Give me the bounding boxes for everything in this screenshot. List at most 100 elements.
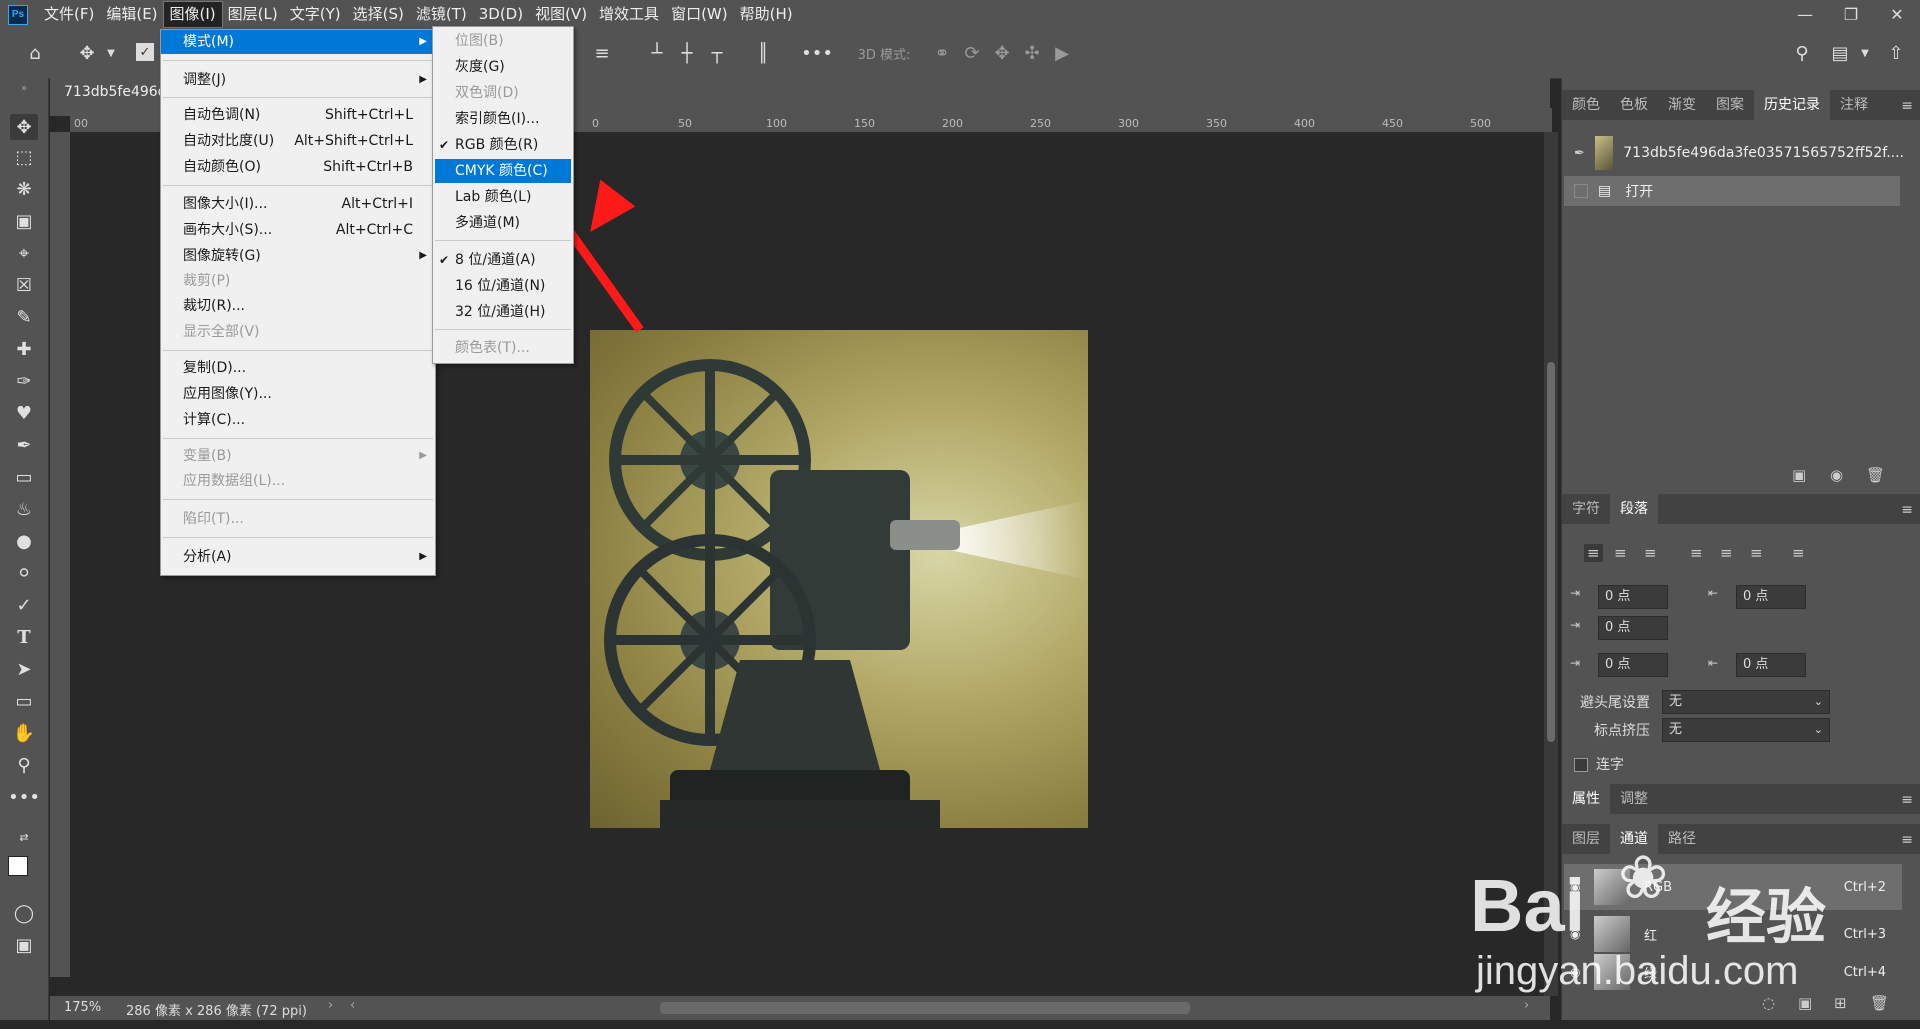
dodge-tool-icon[interactable]: ⚪ <box>10 560 38 586</box>
restore-icon[interactable]: ❐ <box>1828 0 1874 29</box>
tab-swatches[interactable]: 色板 <box>1610 90 1658 120</box>
minimize-icon[interactable]: — <box>1782 0 1828 29</box>
submenu-item-8bit[interactable]: ✔ 8 位/通道(A) <box>433 248 573 272</box>
menu-edit[interactable]: 编辑(E) <box>100 2 163 27</box>
trash-icon[interactable]: 🗑 <box>1866 466 1885 484</box>
submenu-item-grayscale[interactable]: 灰度(G) <box>433 55 573 79</box>
stamp-tool-icon[interactable]: ♥ <box>10 400 38 426</box>
search-icon[interactable]: ⚲ <box>1790 39 1814 67</box>
frame-tool-icon[interactable]: ☒ <box>10 272 38 298</box>
history-brush-tool-icon[interactable]: ✒ <box>10 432 38 458</box>
tab-notes[interactable]: 注释 <box>1830 90 1878 120</box>
crop-tool-icon[interactable]: ⌖ <box>10 240 38 266</box>
tab-history[interactable]: 历史记录 <box>1754 90 1830 120</box>
scroll-left-icon[interactable]: ‹ <box>350 998 355 1013</box>
3d-camera-icon[interactable]: ▶ <box>1050 39 1074 67</box>
camera-icon[interactable]: ◉ <box>1830 466 1843 484</box>
eraser-tool-icon[interactable]: ▭ <box>10 464 38 490</box>
submenu-item-16bit[interactable]: 16 位/通道(N) <box>433 274 573 298</box>
justify-all-icon[interactable]: ≡ <box>1792 544 1805 562</box>
align-center-icon[interactable]: ≡ <box>1614 544 1627 562</box>
submenu-item-rgb-color[interactable]: ✔ RGB 颜色(R) <box>433 133 573 157</box>
menu-item-auto-contrast[interactable]: 自动对比度(U) Alt+Shift+Ctrl+L <box>161 129 435 153</box>
workspace-chevron-icon[interactable]: ▼ <box>1858 39 1872 67</box>
tab-adjustments[interactable]: 调整 <box>1610 784 1658 814</box>
submenu-item-cmyk-color[interactable]: CMYK 颜色(C) <box>435 159 571 183</box>
menu-plugins[interactable]: 增效工具 <box>593 2 665 27</box>
history-state-open[interactable]: ▤ 打开 <box>1564 176 1900 206</box>
brush-tool-icon[interactable]: ✑ <box>10 368 38 394</box>
menu-help[interactable]: 帮助(H) <box>734 2 799 27</box>
status-chevron-icon[interactable]: › <box>328 998 333 1013</box>
space-after-input[interactable]: 0 点 <box>1736 653 1806 677</box>
menu-item-auto-tone[interactable]: 自动色调(N) Shift+Ctrl+L <box>161 103 435 127</box>
panel-menu-icon[interactable]: ≡ <box>1901 792 1913 808</box>
menu-select[interactable]: 选择(S) <box>347 2 410 27</box>
blur-tool-icon[interactable]: ● <box>10 528 38 554</box>
workspace-icon[interactable]: ▤ <box>1828 39 1852 67</box>
mojikumi-select[interactable]: 无 ⌄ <box>1662 718 1830 742</box>
history-state-checkbox[interactable] <box>1574 184 1588 198</box>
justify-last-right-icon[interactable]: ≡ <box>1750 544 1763 562</box>
marquee-tool-icon[interactable]: ⬚ <box>10 144 38 170</box>
more-options-icon[interactable]: ••• <box>801 39 833 67</box>
type-tool-icon[interactable]: T <box>10 624 38 650</box>
object-select-tool-icon[interactable]: ▣ <box>10 208 38 234</box>
menu-item-mode[interactable]: 模式(M) ▶ <box>161 30 435 54</box>
foreground-color-swatch[interactable] <box>8 856 28 876</box>
panel-menu-icon[interactable]: ≡ <box>1901 98 1913 114</box>
vertical-ruler[interactable] <box>50 132 70 977</box>
align-top-icon[interactable]: ┴ <box>646 39 668 67</box>
justify-last-center-icon[interactable]: ≡ <box>1720 544 1733 562</box>
rectangle-tool-icon[interactable]: ▭ <box>10 688 38 714</box>
3d-roll-icon[interactable]: ⟳ <box>960 39 984 67</box>
auto-select-checkbox[interactable]: ✓ <box>136 43 154 61</box>
zoom-tool-icon[interactable]: ⚲ <box>10 752 38 778</box>
history-brush-source-icon[interactable]: ✒ <box>1574 146 1585 161</box>
kinsoku-select[interactable]: 无 ⌄ <box>1662 690 1830 714</box>
panel-menu-icon[interactable]: ≡ <box>1901 502 1913 518</box>
menu-layer[interactable]: 图层(L) <box>222 2 284 27</box>
hyphenate-checkbox[interactable] <box>1574 758 1588 772</box>
history-snapshot[interactable]: ✒ 713db5fe496da3fe03571565752ff52f.... <box>1564 133 1904 173</box>
zoom-level[interactable]: 175% <box>64 1000 101 1015</box>
menu-file[interactable]: 文件(F) <box>38 2 100 27</box>
collapse-icon[interactable]: » <box>10 82 38 94</box>
menu-window[interactable]: 窗口(W) <box>665 2 734 27</box>
screen-mode-icon[interactable]: ▣ <box>10 932 38 958</box>
chevron-down-icon[interactable]: ▼ <box>104 39 118 67</box>
hand-tool-icon[interactable]: ✋ <box>10 720 38 746</box>
menu-item-apply-image[interactable]: 应用图像(Y)... <box>161 382 435 406</box>
lasso-tool-icon[interactable]: ❋ <box>10 176 38 202</box>
submenu-item-multichannel[interactable]: 多通道(M) <box>433 211 573 235</box>
move-tool-icon[interactable]: ✥ <box>10 114 38 140</box>
more-tools-icon[interactable]: ••• <box>8 784 40 810</box>
quick-mask-icon[interactable]: ◯ <box>10 900 38 926</box>
submenu-item-indexed-color[interactable]: 索引颜色(I)... <box>433 107 573 131</box>
align-left-icon[interactable]: ≡ <box>1584 544 1603 562</box>
3d-slide-icon[interactable]: ✣ <box>1020 39 1044 67</box>
tab-character[interactable]: 字符 <box>1562 494 1610 524</box>
indent-first-line-input[interactable]: 0 点 <box>1598 616 1668 640</box>
menu-item-auto-color[interactable]: 自动颜色(O) Shift+Ctrl+B <box>161 155 435 179</box>
tab-paragraph[interactable]: 段落 <box>1610 494 1658 524</box>
path-select-tool-icon[interactable]: ➤ <box>10 656 38 682</box>
menu-type[interactable]: 文字(Y) <box>284 2 347 27</box>
move-tool-icon[interactable]: ✥ <box>74 39 100 67</box>
menu-filter[interactable]: 滤镜(T) <box>410 2 473 27</box>
menu-item-trim[interactable]: 裁切(R)... <box>161 294 435 318</box>
tab-properties[interactable]: 属性 <box>1562 784 1610 814</box>
home-icon[interactable]: ⌂ <box>20 39 50 67</box>
tab-patterns[interactable]: 图案 <box>1706 90 1754 120</box>
tab-color[interactable]: 颜色 <box>1562 90 1610 120</box>
submenu-item-32bit[interactable]: 32 位/通道(H) <box>433 300 573 324</box>
menu-item-image-rotation[interactable]: 图像旋转(G) ▶ <box>161 244 435 268</box>
horizontal-scroll-thumb[interactable] <box>660 1002 1190 1014</box>
align-vcenter-icon[interactable]: ┼ <box>676 39 698 67</box>
menu-item-image-size[interactable]: 图像大小(I)... Alt+Ctrl+I <box>161 192 435 216</box>
new-document-from-state-icon[interactable]: ▣ <box>1792 466 1806 484</box>
submenu-item-lab-color[interactable]: Lab 颜色(L) <box>433 185 573 209</box>
justify-last-left-icon[interactable]: ≡ <box>1690 544 1703 562</box>
menu-item-duplicate[interactable]: 复制(D)... <box>161 356 435 380</box>
indent-left-input[interactable]: 0 点 <box>1598 585 1668 609</box>
